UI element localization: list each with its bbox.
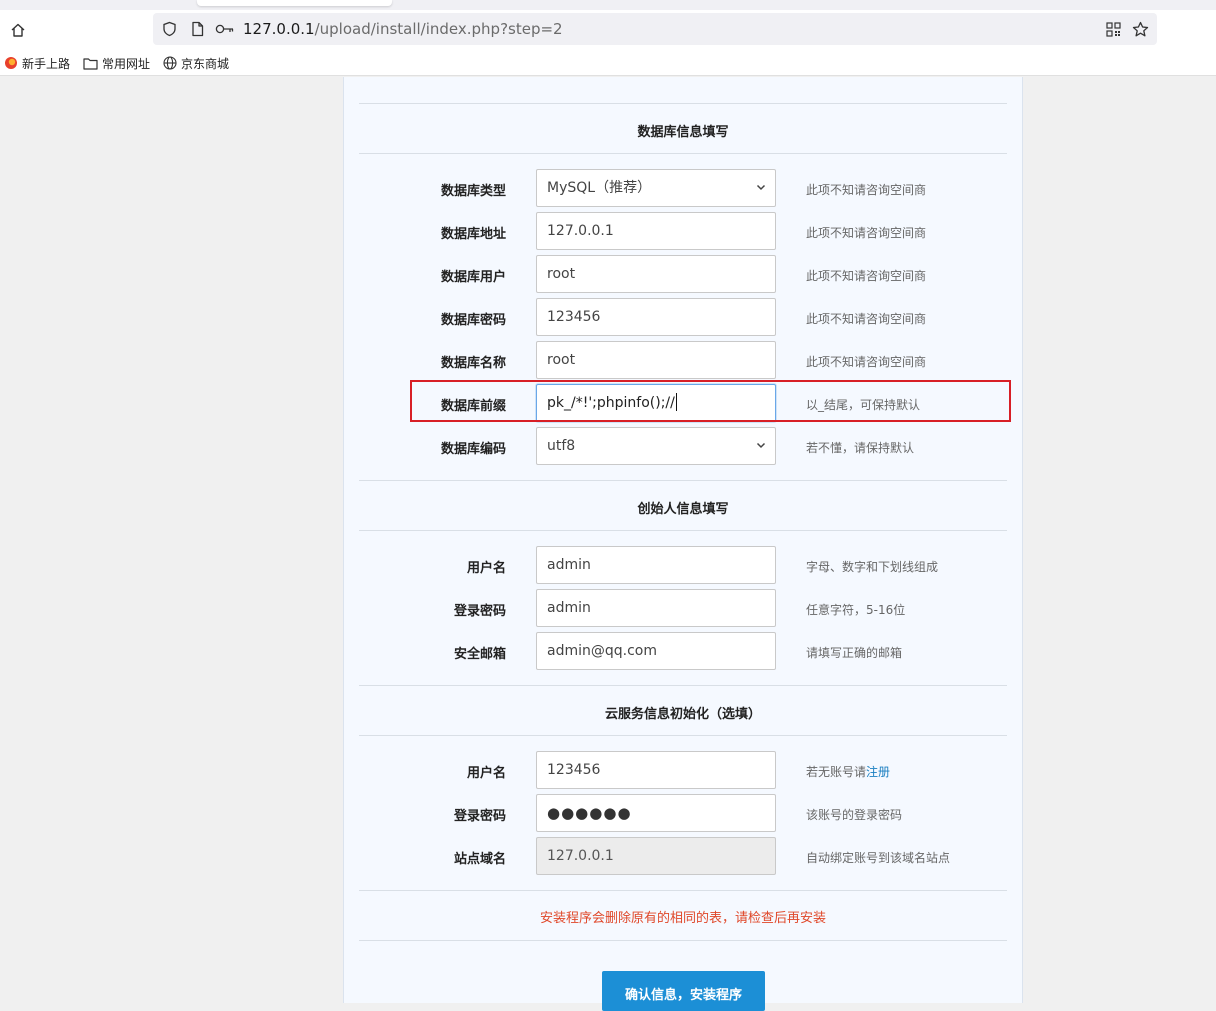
warning-message: 安装程序会删除原有的相同的表，请检查后再安装	[539, 911, 826, 926]
db-password-input[interactable]: 123456	[536, 298, 776, 336]
tab-strip	[0, 0, 1216, 10]
admin-email-row: 安全邮箱 admin@qq.com 请填写正确的邮箱	[344, 632, 1024, 670]
cloud-section-title: 云服务信息初始化（选填）	[604, 707, 761, 722]
field-hint: 此项不知请咨询空间商	[806, 312, 927, 326]
site-domain-input: 127.0.0.1	[536, 837, 776, 875]
highlight-box	[410, 380, 1011, 422]
address-bar[interactable]: 127.0.0.1/upload/install/index.php?step=…	[153, 13, 1157, 45]
chevron-down-icon	[756, 184, 766, 191]
field-hint: 此项不知请咨询空间商	[806, 355, 927, 369]
install-submit-button[interactable]: 确认信息，安装程序	[602, 971, 765, 1011]
select-value: utf8	[547, 438, 576, 454]
db-type-row: 数据库类型 MySQL（推荐） 此项不知请咨询空间商	[344, 169, 1024, 207]
site-domain-row: 站点域名 127.0.0.1 自动绑定账号到该域名站点	[344, 837, 1024, 875]
field-label: 数据库编码	[440, 442, 506, 457]
chevron-down-icon	[756, 442, 766, 449]
shield-icon[interactable]	[160, 20, 178, 38]
field-label: 数据库地址	[440, 227, 506, 242]
key-icon[interactable]	[214, 20, 236, 38]
field-hint: 若无账号请注册	[806, 763, 890, 780]
divider	[359, 153, 1007, 154]
db-charset-select[interactable]: utf8	[536, 427, 776, 465]
db-user-row: 数据库用户 root 此项不知请咨询空间商	[344, 255, 1024, 293]
active-tab[interactable]	[197, 0, 392, 6]
field-label: 数据库类型	[440, 184, 506, 199]
bookmarks-bar: 新手上路 常用网址 京东商城	[0, 50, 1216, 76]
field-hint: 字母、数字和下划线组成	[806, 560, 939, 574]
admin-username-row: 用户名 admin 字母、数字和下划线组成	[344, 546, 1024, 584]
field-hint: 此项不知请咨询空间商	[806, 183, 927, 197]
db-password-row: 数据库密码 123456 此项不知请咨询空间商	[344, 298, 1024, 336]
admin-username-input[interactable]: admin	[536, 546, 776, 584]
founder-section-title: 创始人信息填写	[637, 502, 729, 517]
db-charset-row: 数据库编码 utf8 若不懂，请保持默认	[344, 427, 1024, 465]
cloud-password-row: 登录密码 ●●●●●● 该账号的登录密码	[344, 794, 1024, 832]
globe-icon	[163, 56, 177, 70]
field-label: 数据库用户	[440, 270, 506, 285]
cloud-username-input[interactable]: 123456	[536, 751, 776, 789]
divider	[359, 735, 1007, 736]
url-path: /upload/install/index.php?step=2	[314, 20, 563, 38]
db-section-title: 数据库信息填写	[637, 125, 729, 140]
admin-password-input[interactable]: admin	[536, 589, 776, 627]
divider	[359, 685, 1007, 686]
field-label: 安全邮箱	[453, 647, 506, 662]
admin-email-input[interactable]: admin@qq.com	[536, 632, 776, 670]
install-form-panel: 数据库信息填写 数据库类型 MySQL（推荐） 此项不知请咨询空间商 数据库地址…	[343, 77, 1024, 1011]
page-viewport: 数据库信息填写 数据库类型 MySQL（推荐） 此项不知请咨询空间商 数据库地址…	[0, 77, 1216, 1011]
register-link[interactable]: 注册	[866, 765, 890, 779]
field-label: 数据库名称	[440, 356, 506, 371]
browser-toolbar: 127.0.0.1/upload/install/index.php?step=…	[0, 10, 1216, 50]
db-type-select[interactable]: MySQL（推荐）	[536, 169, 776, 207]
db-user-input[interactable]: root	[536, 255, 776, 293]
db-host-row: 数据库地址 127.0.0.1 此项不知请咨询空间商	[344, 212, 1024, 250]
field-hint: 此项不知请咨询空间商	[806, 269, 927, 283]
bookmark-item[interactable]: 常用网址	[83, 54, 150, 72]
db-host-input[interactable]: 127.0.0.1	[536, 212, 776, 250]
field-hint: 请填写正确的邮箱	[806, 646, 903, 660]
divider	[359, 940, 1007, 941]
divider	[359, 480, 1007, 481]
url-text[interactable]: 127.0.0.1/upload/install/index.php?step=…	[243, 20, 563, 38]
field-label: 登录密码	[453, 809, 506, 824]
folder-icon	[83, 57, 98, 70]
cloud-password-input[interactable]: ●●●●●●	[536, 794, 776, 832]
divider	[359, 103, 1007, 104]
field-hint: 若不懂，请保持默认	[806, 441, 915, 455]
field-hint: 任意字符，5-16位	[806, 603, 906, 617]
bookmark-label: 新手上路	[22, 56, 71, 71]
field-label: 数据库密码	[440, 313, 506, 328]
page-icon[interactable]	[188, 20, 206, 38]
select-value: MySQL（推荐）	[547, 180, 652, 196]
field-label: 用户名	[466, 766, 506, 781]
bookmark-star-icon[interactable]	[1131, 20, 1149, 38]
cloud-username-row: 用户名 123456 若无账号请注册	[344, 751, 1024, 789]
field-hint: 自动绑定账号到该域名站点	[806, 851, 951, 865]
divider	[359, 890, 1007, 891]
divider	[359, 530, 1007, 531]
hint-text: 若无账号请	[806, 765, 867, 779]
field-hint: 此项不知请咨询空间商	[806, 226, 927, 240]
admin-password-row: 登录密码 admin 任意字符，5-16位	[344, 589, 1024, 627]
qr-code-icon[interactable]	[1104, 20, 1122, 38]
bookmark-label: 京东商城	[181, 56, 230, 71]
db-name-row: 数据库名称 root 此项不知请咨询空间商	[344, 341, 1024, 379]
firefox-icon	[5, 57, 17, 69]
bookmark-item[interactable]: 京东商城	[163, 54, 229, 72]
field-label: 站点域名	[453, 852, 506, 867]
url-host: 127.0.0.1	[243, 20, 315, 38]
field-label: 登录密码	[453, 604, 506, 619]
db-name-input[interactable]: root	[536, 341, 776, 379]
field-hint: 该账号的登录密码	[806, 808, 903, 822]
home-icon[interactable]	[6, 18, 30, 42]
bookmark-label: 常用网址	[102, 56, 151, 71]
bookmark-item[interactable]: 新手上路	[4, 54, 70, 72]
field-label: 用户名	[466, 561, 506, 576]
